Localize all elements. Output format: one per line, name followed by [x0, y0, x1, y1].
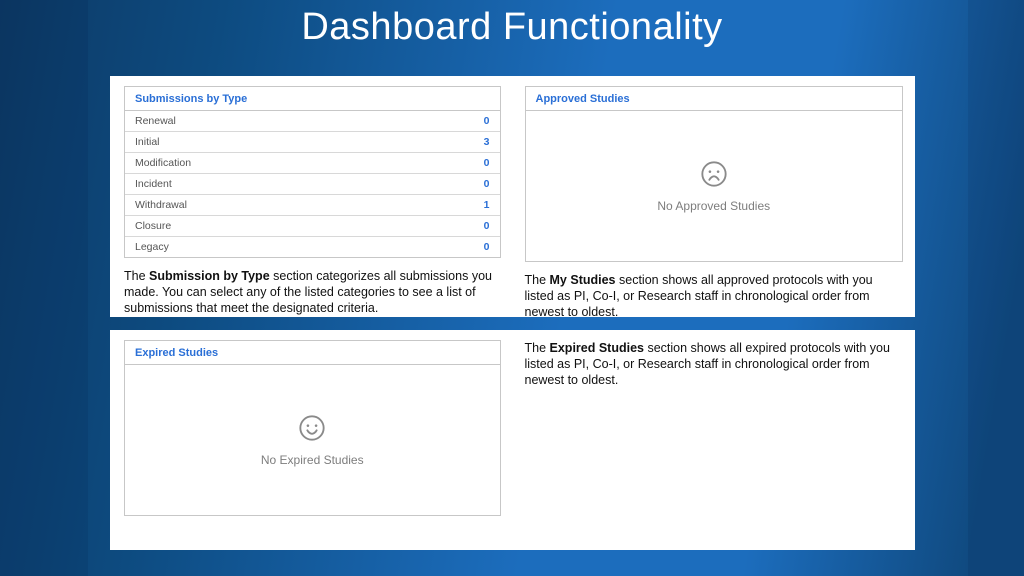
submission-type-row[interactable]: Renewal 0 [125, 111, 500, 132]
caption-text: The [525, 273, 550, 287]
caption-expired: The Expired Studies section shows all ex… [525, 340, 904, 388]
caption-approved: The My Studies section shows all approve… [525, 272, 904, 320]
submission-type-row[interactable]: Incident 0 [125, 174, 500, 195]
caption-submissions: The Submission by Type section categoriz… [124, 268, 501, 316]
row-label: Initial [135, 136, 160, 148]
caption-bold: Expired Studies [550, 341, 644, 355]
row-label: Legacy [135, 241, 169, 253]
row-count: 3 [484, 136, 490, 148]
widget-header: Submissions by Type [125, 87, 500, 111]
submission-type-row[interactable]: Modification 0 [125, 153, 500, 174]
row-label: Withdrawal [135, 199, 187, 211]
row-count: 0 [484, 241, 490, 253]
row-label: Closure [135, 220, 171, 232]
submission-type-row[interactable]: Withdrawal 1 [125, 195, 500, 216]
empty-state-expired: No Expired Studies [125, 365, 500, 515]
row-label: Incident [135, 178, 172, 190]
submission-type-row[interactable]: Legacy 0 [125, 237, 500, 257]
row-count: 0 [484, 157, 490, 169]
row-label: Modification [135, 157, 191, 169]
caption-text: The [525, 341, 550, 355]
row-count: 0 [484, 178, 490, 190]
slide-title: Dashboard Functionality [0, 0, 1024, 57]
submission-type-row[interactable]: Closure 0 [125, 216, 500, 237]
smile-face-icon [298, 414, 326, 447]
row-count: 1 [484, 199, 490, 211]
row-label: Renewal [135, 115, 176, 127]
panel-bottom: Expired Studies No Expired Studies [110, 330, 915, 550]
widget-header: Expired Studies [125, 341, 500, 365]
widget-submissions-by-type: Submissions by Type Renewal 0 Initial 3 … [124, 86, 501, 258]
col-submissions: Submissions by Type Renewal 0 Initial 3 … [110, 76, 513, 317]
panel-top: Submissions by Type Renewal 0 Initial 3 … [110, 76, 915, 317]
col-approved: Approved Studies No Approved Studies The… [513, 76, 916, 317]
row-count: 0 [484, 220, 490, 232]
submissions-list: Renewal 0 Initial 3 Modification 0 Incid… [125, 111, 500, 257]
empty-state-approved: No Approved Studies [526, 111, 903, 261]
widget-header: Approved Studies [526, 87, 903, 111]
caption-bold: My Studies [550, 273, 616, 287]
caption-text: The [124, 269, 149, 283]
row-count: 0 [484, 115, 490, 127]
widget-expired-studies: Expired Studies No Expired Studies [124, 340, 501, 516]
empty-message: No Expired Studies [261, 453, 364, 467]
col-expired: Expired Studies No Expired Studies [110, 330, 513, 550]
submission-type-row[interactable]: Initial 3 [125, 132, 500, 153]
caption-bold: Submission by Type [149, 269, 270, 283]
widget-approved-studies: Approved Studies No Approved Studies [525, 86, 904, 262]
empty-message: No Approved Studies [657, 199, 770, 213]
col-expired-caption: The Expired Studies section shows all ex… [513, 330, 916, 550]
sad-face-icon [700, 160, 728, 193]
